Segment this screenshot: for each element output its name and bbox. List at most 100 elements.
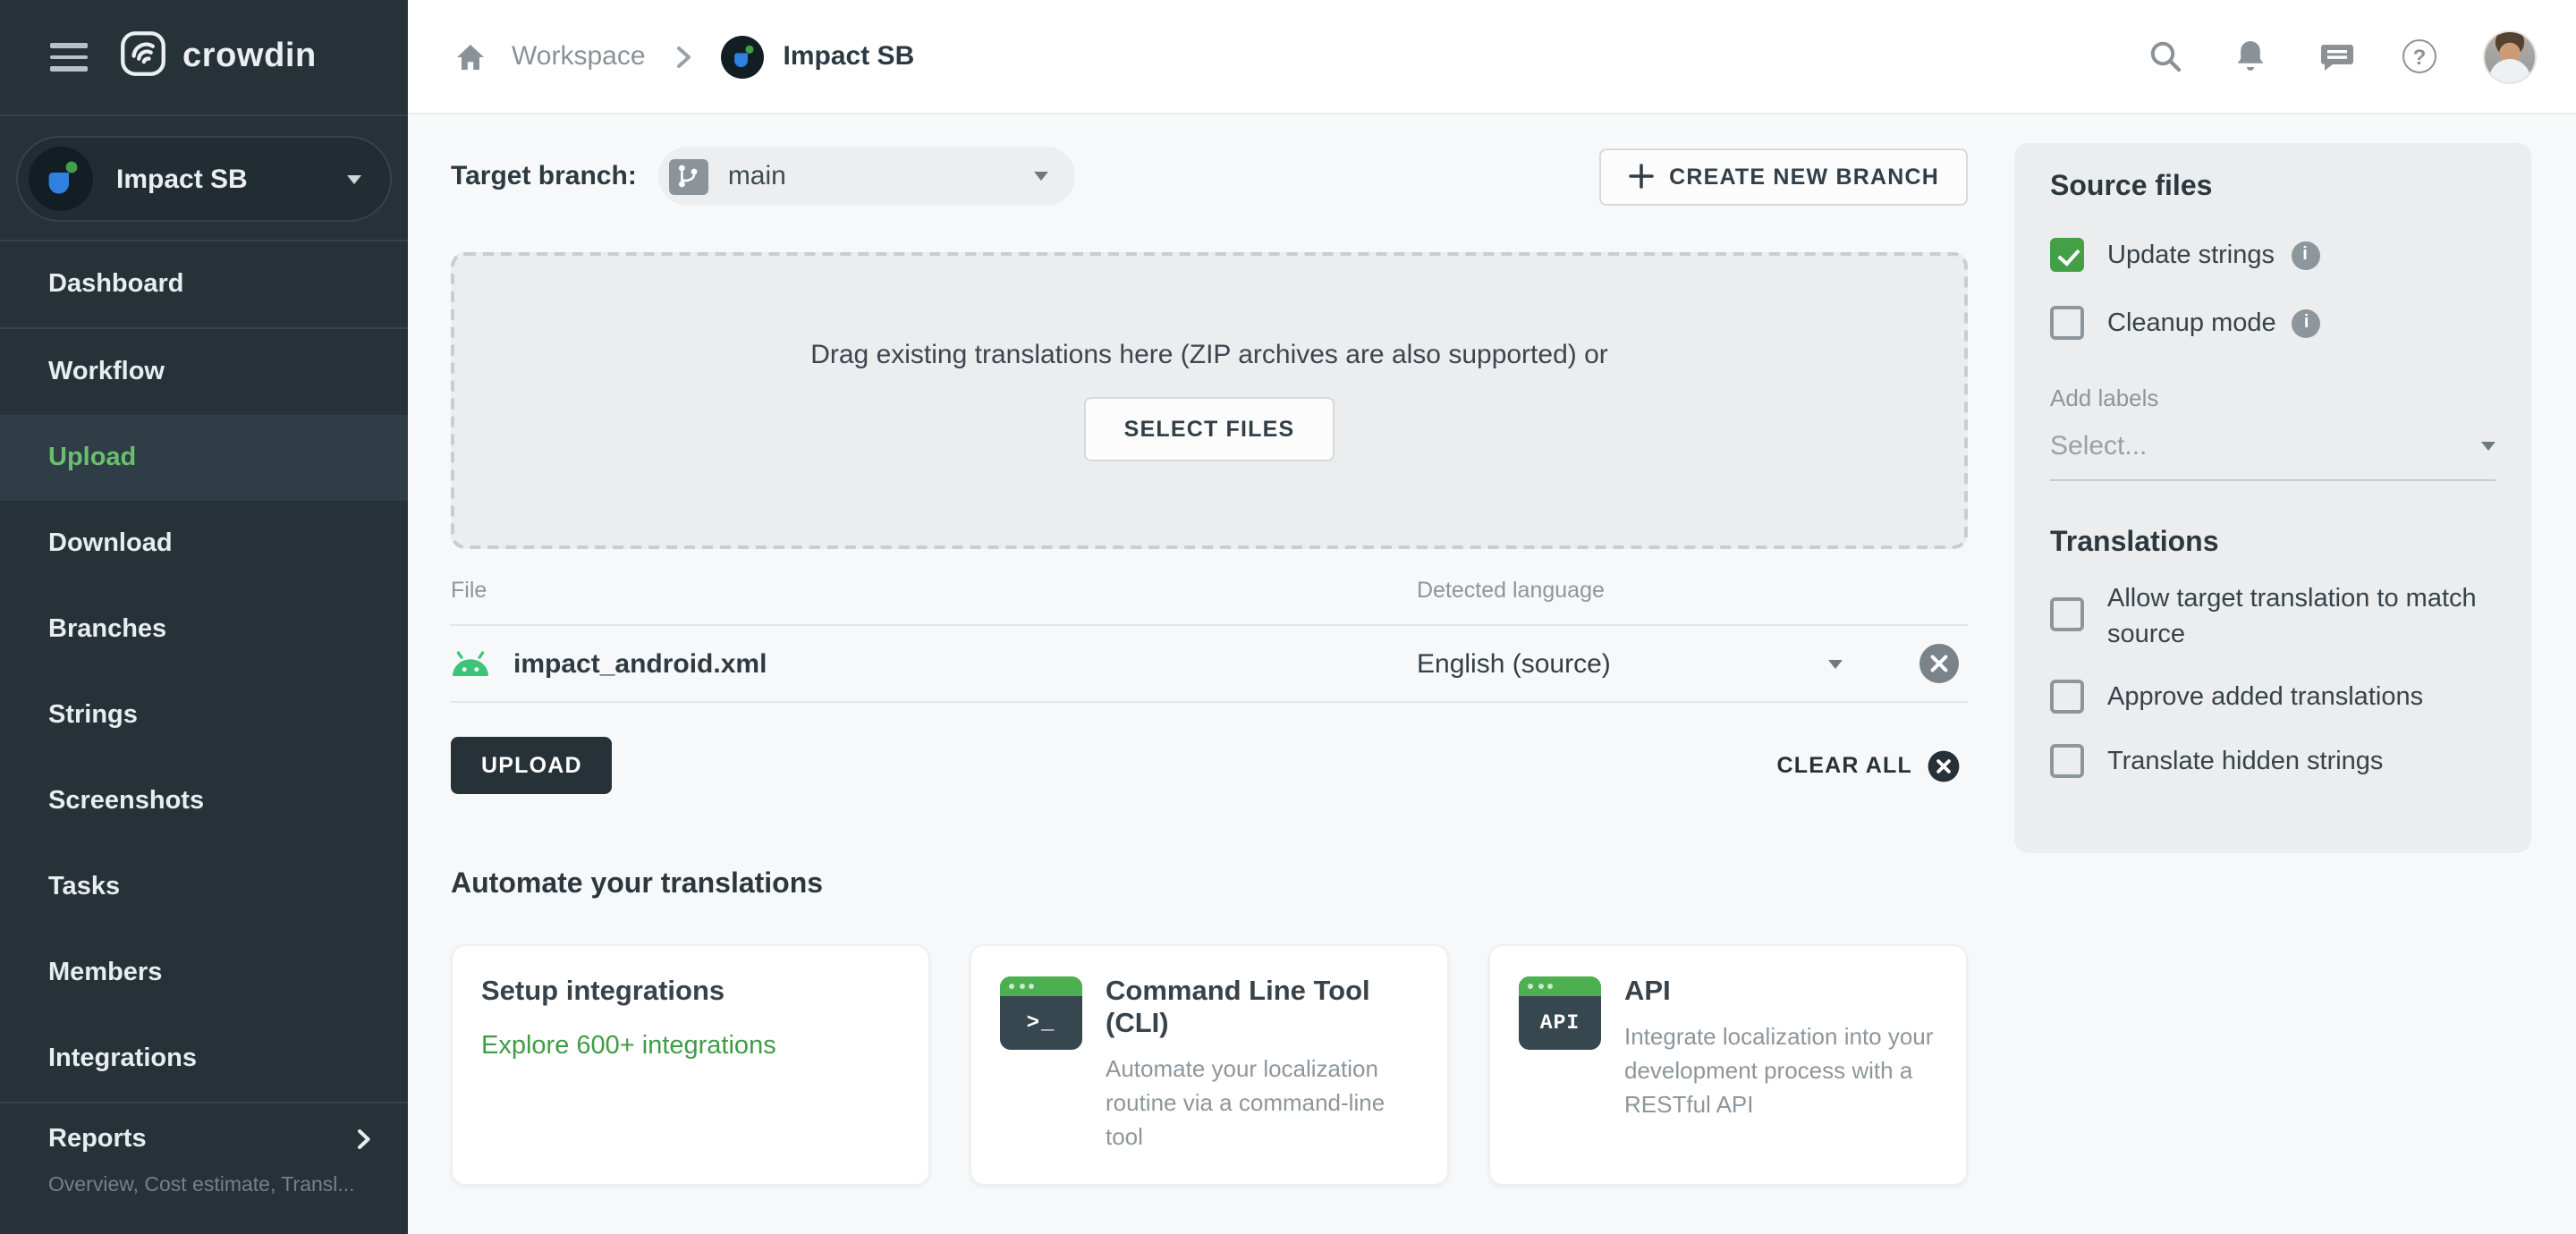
card-api[interactable]: API API Integrate localization into your… [1488, 944, 1968, 1186]
clear-all-icon [1928, 749, 1960, 782]
breadcrumb: Workspace Impact SB [451, 35, 914, 78]
sidebar-item-workflow[interactable]: Workflow [0, 329, 408, 415]
divider [0, 114, 408, 116]
card-title: Command Line Tool (CLI) [1106, 976, 1370, 1039]
card-description: Integrate localization into your develop… [1624, 1023, 1934, 1118]
crowdin-logo[interactable]: crowdin [120, 30, 317, 85]
android-icon [453, 650, 488, 675]
source-files-heading: Source files [2050, 172, 2213, 202]
option-update-strings: Update strings i [2050, 238, 2496, 272]
crowdin-wordmark: crowdin [182, 38, 317, 75]
actions-row: UPLOAD CLEAR ALL [451, 737, 1968, 794]
approve-added-checkbox[interactable] [2050, 680, 2084, 714]
option-translate-hidden: Translate hidden strings [2050, 744, 2496, 778]
clear-all-button[interactable]: CLEAR ALL [1776, 748, 1961, 782]
update-strings-checkbox[interactable] [2050, 238, 2084, 272]
breadcrumb-project[interactable]: Impact SB [784, 41, 915, 72]
chevron-down-icon [2481, 442, 2496, 451]
reports-sublabel: Overview, Cost estimate, Transl... [48, 1175, 355, 1196]
project-avatar [29, 147, 93, 211]
translations-heading: Translations [2050, 528, 2219, 558]
plus-icon [1629, 164, 1654, 189]
target-branch-label: Target branch: [451, 161, 637, 191]
notifications-bell-icon[interactable] [2231, 37, 2270, 76]
sidebar: crowdin Impact SB Dashboard Workflow Upl… [0, 0, 408, 1234]
branch-name: main [727, 161, 786, 191]
create-new-branch-button[interactable]: CREATE NEW BRANCH [1599, 148, 1968, 205]
automation-cards: Setup integrations Explore 600+ integrat… [451, 944, 1968, 1186]
sidebar-item-members[interactable]: Members [0, 930, 408, 1016]
files-table-header: File Detected language [451, 578, 1968, 626]
option-label: Approve added translations [2107, 682, 2424, 711]
sidebar-item-dashboard[interactable]: Dashboard [0, 241, 408, 327]
sidebar-header: crowdin [0, 0, 408, 114]
chevron-down-icon [1033, 172, 1048, 181]
explore-integrations-link[interactable]: Explore 600+ integrations [481, 1032, 900, 1061]
create-new-branch-label: CREATE NEW BRANCH [1669, 164, 1939, 189]
search-icon[interactable] [2145, 37, 2184, 76]
messages-icon[interactable] [2317, 37, 2356, 76]
card-description: Automate your localization routine via a… [1106, 1055, 1385, 1150]
clear-all-label: CLEAR ALL [1776, 753, 1912, 778]
sidebar-item-screenshots[interactable]: Screenshots [0, 758, 408, 844]
option-cleanup-mode: Cleanup mode i [2050, 306, 2496, 340]
labels-select[interactable]: Select... [2050, 431, 2496, 481]
hamburger-menu-icon[interactable] [50, 43, 88, 72]
chevron-right-icon [358, 1129, 370, 1149]
labels-select-placeholder: Select... [2050, 431, 2148, 461]
select-files-button[interactable]: SELECT FILES [1084, 397, 1335, 461]
breadcrumb-workspace[interactable]: Workspace [512, 41, 646, 72]
file-name: impact_android.xml [513, 648, 767, 679]
option-label: Translate hidden strings [2107, 747, 2384, 775]
user-avatar[interactable] [2483, 30, 2537, 83]
option-approve-added: Approve added translations [2050, 680, 2496, 714]
allow-match-source-checkbox[interactable] [2050, 597, 2084, 631]
option-label: Cleanup mode [2107, 308, 2276, 337]
option-label: Update strings [2107, 241, 2275, 269]
project-switcher[interactable]: Impact SB [16, 136, 392, 222]
sidebar-item-branches[interactable]: Branches [0, 587, 408, 672]
info-icon[interactable]: i [2291, 241, 2319, 269]
info-icon[interactable]: i [2292, 308, 2321, 337]
table-row: impact_android.xml English (source) [451, 626, 1968, 703]
language-column-header: Detected language [1417, 578, 1605, 603]
sidebar-nav: Dashboard Workflow Upload Download Branc… [0, 241, 408, 1234]
breadcrumb-project-avatar [720, 35, 764, 78]
remove-file-button[interactable] [1918, 642, 1961, 685]
reports-label: Reports [48, 1125, 147, 1154]
sidebar-item-reports[interactable]: Reports [0, 1103, 408, 1175]
detected-language-select[interactable]: English (source) [1417, 648, 1918, 679]
sidebar-item-strings[interactable]: Strings [0, 672, 408, 758]
card-setup-integrations[interactable]: Setup integrations Explore 600+ integrat… [451, 944, 930, 1186]
add-labels-label: Add labels [2050, 385, 2159, 411]
cleanup-mode-checkbox[interactable] [2050, 306, 2084, 340]
topbar: Workspace Impact SB ? [408, 0, 2576, 114]
translate-hidden-checkbox[interactable] [2050, 744, 2084, 778]
crowdin-upload-page: crowdin Impact SB Dashboard Workflow Upl… [0, 0, 2576, 1234]
crowdin-logo-icon [120, 30, 166, 85]
card-title: API [1624, 976, 1671, 1007]
file-dropzone[interactable]: Drag existing translations here (ZIP arc… [451, 252, 1968, 549]
sidebar-item-download[interactable]: Download [0, 501, 408, 587]
option-label: Allow target translation to match source [2107, 585, 2477, 649]
help-icon[interactable]: ? [2402, 39, 2436, 73]
chevron-down-icon [347, 174, 361, 183]
sidebar-item-tasks[interactable]: Tasks [0, 844, 408, 930]
terminal-icon: >_ [1000, 976, 1082, 1050]
sidebar-item-upload[interactable]: Upload [0, 415, 408, 501]
content: Target branch: main CREATE NEW BRANCH Dr… [408, 114, 2576, 1234]
card-title: Setup integrations [481, 976, 725, 1007]
branch-select[interactable]: main [657, 147, 1075, 206]
chevron-right-icon [671, 42, 696, 71]
branch-icon [668, 158, 708, 194]
branch-row: Target branch: main CREATE NEW BRANCH [451, 147, 1968, 206]
home-icon[interactable] [451, 37, 490, 76]
upload-button[interactable]: UPLOAD [451, 737, 613, 794]
option-allow-match-source: Allow target translation to match source [2050, 583, 2496, 653]
sidebar-item-integrations[interactable]: Integrations [0, 1016, 408, 1102]
card-cli[interactable]: >_ Command Line Tool (CLI) Automate your… [970, 944, 1449, 1186]
chevron-down-icon [1828, 659, 1843, 668]
file-cell: impact_android.xml [451, 648, 1417, 679]
topbar-icons: ? [2145, 30, 2537, 83]
dropzone-text: Drag existing translations here (ZIP arc… [810, 340, 1608, 370]
